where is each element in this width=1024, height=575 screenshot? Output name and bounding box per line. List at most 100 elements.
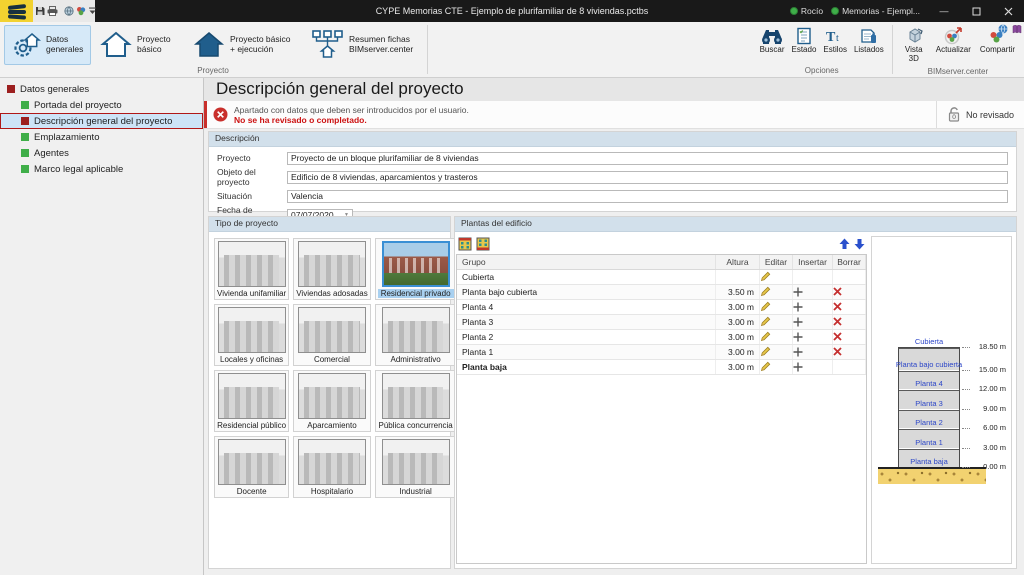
project-type-option[interactable]: Hospitalario [293,436,371,498]
pencil-icon[interactable] [760,316,792,327]
level-height-label: 3.00 m [983,442,1006,452]
ribbon-button-actualizar[interactable]: Actualizar [933,25,974,66]
text-input-0[interactable]: Proyecto de un bloque plurifamiliar de 8… [287,151,1008,165]
delete-x-icon[interactable] [833,347,865,356]
add-floor-below-icon[interactable] [476,237,490,251]
project-type-option[interactable]: Docente [214,436,290,498]
sidebar-item-1[interactable]: Portada del proyecto [0,97,203,113]
print-icon[interactable] [47,3,58,19]
ribbon-button-listados[interactable]: Listados [851,25,887,65]
delete-x-icon[interactable] [833,332,865,341]
project-type-label: Docente [236,487,267,496]
help-globe-icon[interactable] [998,24,1008,34]
project-type-option[interactable]: Comercial [293,304,371,366]
project-type-thumbnail [381,307,450,353]
sidebar-item-0[interactable]: Datos generales [0,81,203,97]
ribbon-button-estilos[interactable]: Tt Estilos [820,25,850,65]
project-type-label: Hospitalario [310,487,354,496]
delete-x-icon[interactable] [833,287,865,296]
notice-line2: No se ha revisado o completado. [234,114,367,125]
project-type-label: Locales y oficinas [220,355,284,364]
plus-icon[interactable] [793,332,832,342]
delete-x-icon[interactable] [833,302,865,311]
project-type-option[interactable]: Administrativo [374,304,457,366]
review-status-button[interactable]: 0 No revisado [935,101,1024,128]
floor-label[interactable]: Planta bajo cubierta [896,360,962,369]
ribbon-button-label: Resumen fichas BIMserver.center [349,34,414,54]
ribbon-button-buscar[interactable]: Buscar [757,25,788,65]
add-floor-above-icon[interactable] [458,237,472,251]
ribbon-button-label: Estilos [823,45,847,54]
ribbon-button-estado[interactable]: Estado [788,25,819,65]
modules-icon[interactable] [76,3,86,19]
ribbon-button-resumen-fichas[interactable]: Resumen fichas BIMserver.center [303,25,422,65]
sidebar-item-label: Datos generales [20,83,90,95]
globe-icon[interactable] [64,3,74,19]
plus-icon[interactable] [793,362,832,372]
text-input-1[interactable]: Edificio de 8 viviendas, aparcamientos y… [287,170,1008,184]
plus-icon[interactable] [793,287,832,297]
project-type-option[interactable]: Viviendas adosadas [293,238,371,300]
project-type-thumbnail [217,373,286,419]
sidebar-item-3[interactable]: Emplazamiento [0,129,203,145]
project-type-option[interactable]: Industrial [374,436,457,498]
pencil-icon[interactable] [760,271,792,282]
floor-label[interactable]: Planta 3 [915,399,943,408]
help-book-icon[interactable] [1012,24,1022,34]
ribbon-button-vista-3d[interactable]: Vista 3D [898,25,930,66]
move-down-icon[interactable] [854,238,865,250]
sidebar-item-5[interactable]: Marco legal aplicable [0,161,203,177]
pencil-icon[interactable] [760,331,792,342]
delete-x-icon[interactable] [833,317,865,326]
project-type-option[interactable]: Pública concurrencia [374,370,457,432]
reports-icon [860,27,878,45]
project-type-option[interactable]: Residencial privado [374,238,457,300]
edit-cell [759,284,793,300]
minimize-button[interactable]: — [928,0,960,22]
user-status-icon [789,7,798,15]
floor-label[interactable]: Cubierta [915,337,943,346]
ribbon-button-label: Datos generales [46,34,84,54]
floor-label[interactable]: Planta 2 [915,418,943,427]
user-chip[interactable]: Rocío [789,6,823,16]
ribbon-button-datos-generales[interactable]: Datos generales [4,25,91,65]
panel-header: Tipo de proyecto [209,217,450,232]
project-type-thumbnail [381,373,450,419]
floor-label[interactable]: Planta 4 [915,379,943,388]
sidebar-item-2[interactable]: Descripción general del proyecto [0,113,203,129]
plus-icon[interactable] [793,302,832,312]
save-icon[interactable] [35,3,45,19]
ribbon-button-label: Listados [853,45,884,54]
delete-cell [832,359,866,375]
level-dotted-line [962,467,970,468]
floor-name: Planta 1 [457,344,716,360]
plus-icon[interactable] [793,347,832,357]
floor-label[interactable]: Planta baja [910,457,948,466]
edit-cell [759,344,793,360]
pencil-icon[interactable] [760,286,792,297]
session-chip[interactable]: Memorias - Ejempl... [831,6,920,16]
sidebar-item-4[interactable]: Agentes [0,145,203,161]
close-button[interactable] [992,0,1024,22]
project-type-option[interactable]: Vivienda unifamiliar [214,238,290,300]
floor-height [715,269,760,285]
project-type-option[interactable]: Locales y oficinas [214,304,290,366]
plus-icon[interactable] [793,317,832,327]
text-input-2[interactable]: Valencia [287,189,1008,203]
qat-menu-icon[interactable] [88,3,97,19]
floor-height: 3.00 m [715,344,760,360]
project-type-label: Residencial privado [377,289,454,298]
ribbon-button-proyecto-basico[interactable]: Proyecto básico [93,25,184,65]
app-logo[interactable] [0,0,33,22]
pencil-icon[interactable] [760,346,792,357]
project-type-option[interactable]: Residencial público [214,370,290,432]
project-type-thumbnail [297,439,366,485]
maximize-button[interactable] [960,0,992,22]
project-type-option[interactable]: Aparcamiento [293,370,371,432]
pencil-icon[interactable] [760,301,792,312]
floor-label[interactable]: Planta 1 [915,438,943,447]
pencil-icon[interactable] [760,361,792,372]
ribbon-button-proyecto-basico-ejecucion[interactable]: Proyecto básico + ejecución [186,25,301,65]
move-up-icon[interactable] [839,238,850,250]
edit-cell [759,359,793,375]
